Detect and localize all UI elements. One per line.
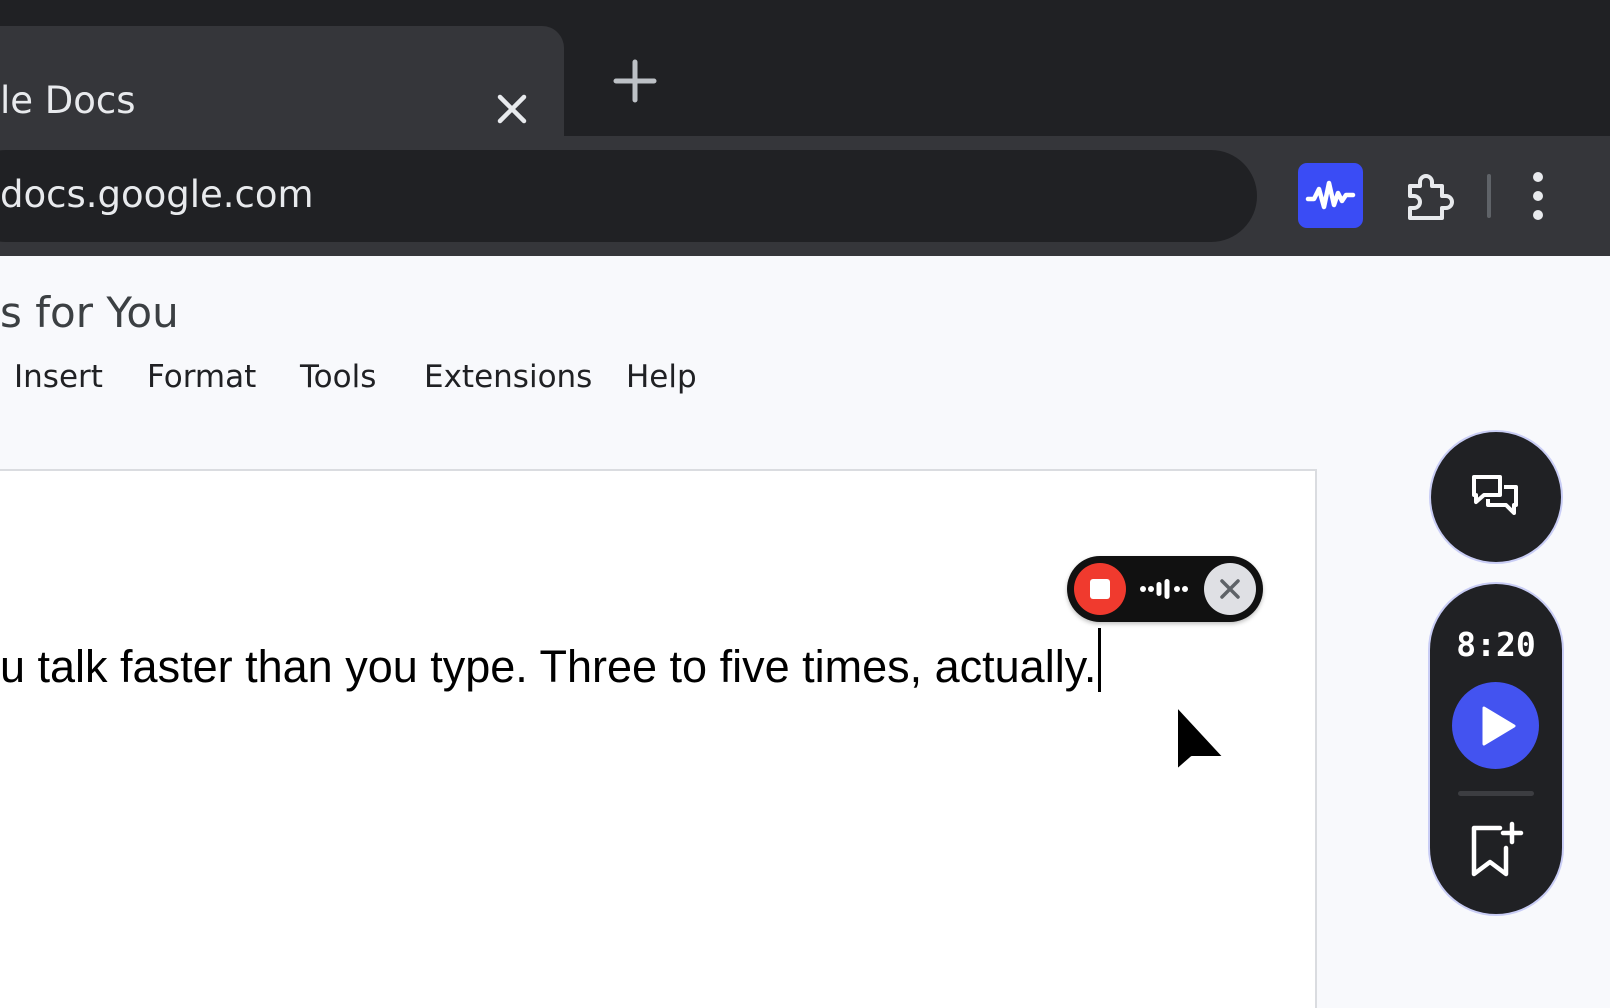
menu-insert[interactable]: Insert [14,362,103,393]
browser-toolbar: docs.google.com [0,136,1610,256]
play-button[interactable] [1452,682,1539,769]
widget-divider [1458,791,1534,796]
puzzle-icon[interactable] [1402,168,1456,222]
menu-help[interactable]: Help [626,362,697,393]
close-icon [1220,579,1240,599]
toolbar-divider [1487,174,1491,218]
extension-button[interactable] [1298,163,1363,228]
plus-icon[interactable] [612,58,658,104]
audio-level-icon [1140,579,1188,599]
url-text: docs.google.com [0,173,314,216]
document-page[interactable] [0,469,1317,1008]
document-text[interactable]: u talk faster than you type. Three to fi… [0,644,1096,689]
play-icon [1482,706,1516,746]
playback-timer: 8:20 [1456,625,1536,664]
menu-format[interactable]: Format [147,362,256,393]
tab-title: le Docs [0,79,136,122]
browser-tab[interactable]: le Docs [0,26,564,136]
menu-tools[interactable]: Tools [300,362,376,393]
chat-bubbles-icon [1472,475,1518,515]
text-cursor [1098,628,1101,692]
playback-widget: 8:20 [1430,584,1562,914]
bookmark-add-icon[interactable] [1466,820,1526,880]
dictation-recording-pill [1067,556,1263,622]
close-icon[interactable] [491,88,533,130]
stop-recording-button[interactable] [1074,563,1126,615]
more-vertical-icon[interactable] [1518,166,1558,226]
chat-button[interactable] [1431,432,1561,562]
address-bar[interactable]: docs.google.com [0,150,1257,242]
browser-chrome: le Docs docs.google.com [0,0,1610,256]
mouse-pointer-icon [1174,702,1228,774]
waveform-icon [1305,180,1356,210]
menu-extensions[interactable]: Extensions [424,362,592,393]
stop-icon [1090,579,1110,599]
document-title[interactable]: s for You [0,292,179,334]
cancel-recording-button[interactable] [1204,563,1256,615]
